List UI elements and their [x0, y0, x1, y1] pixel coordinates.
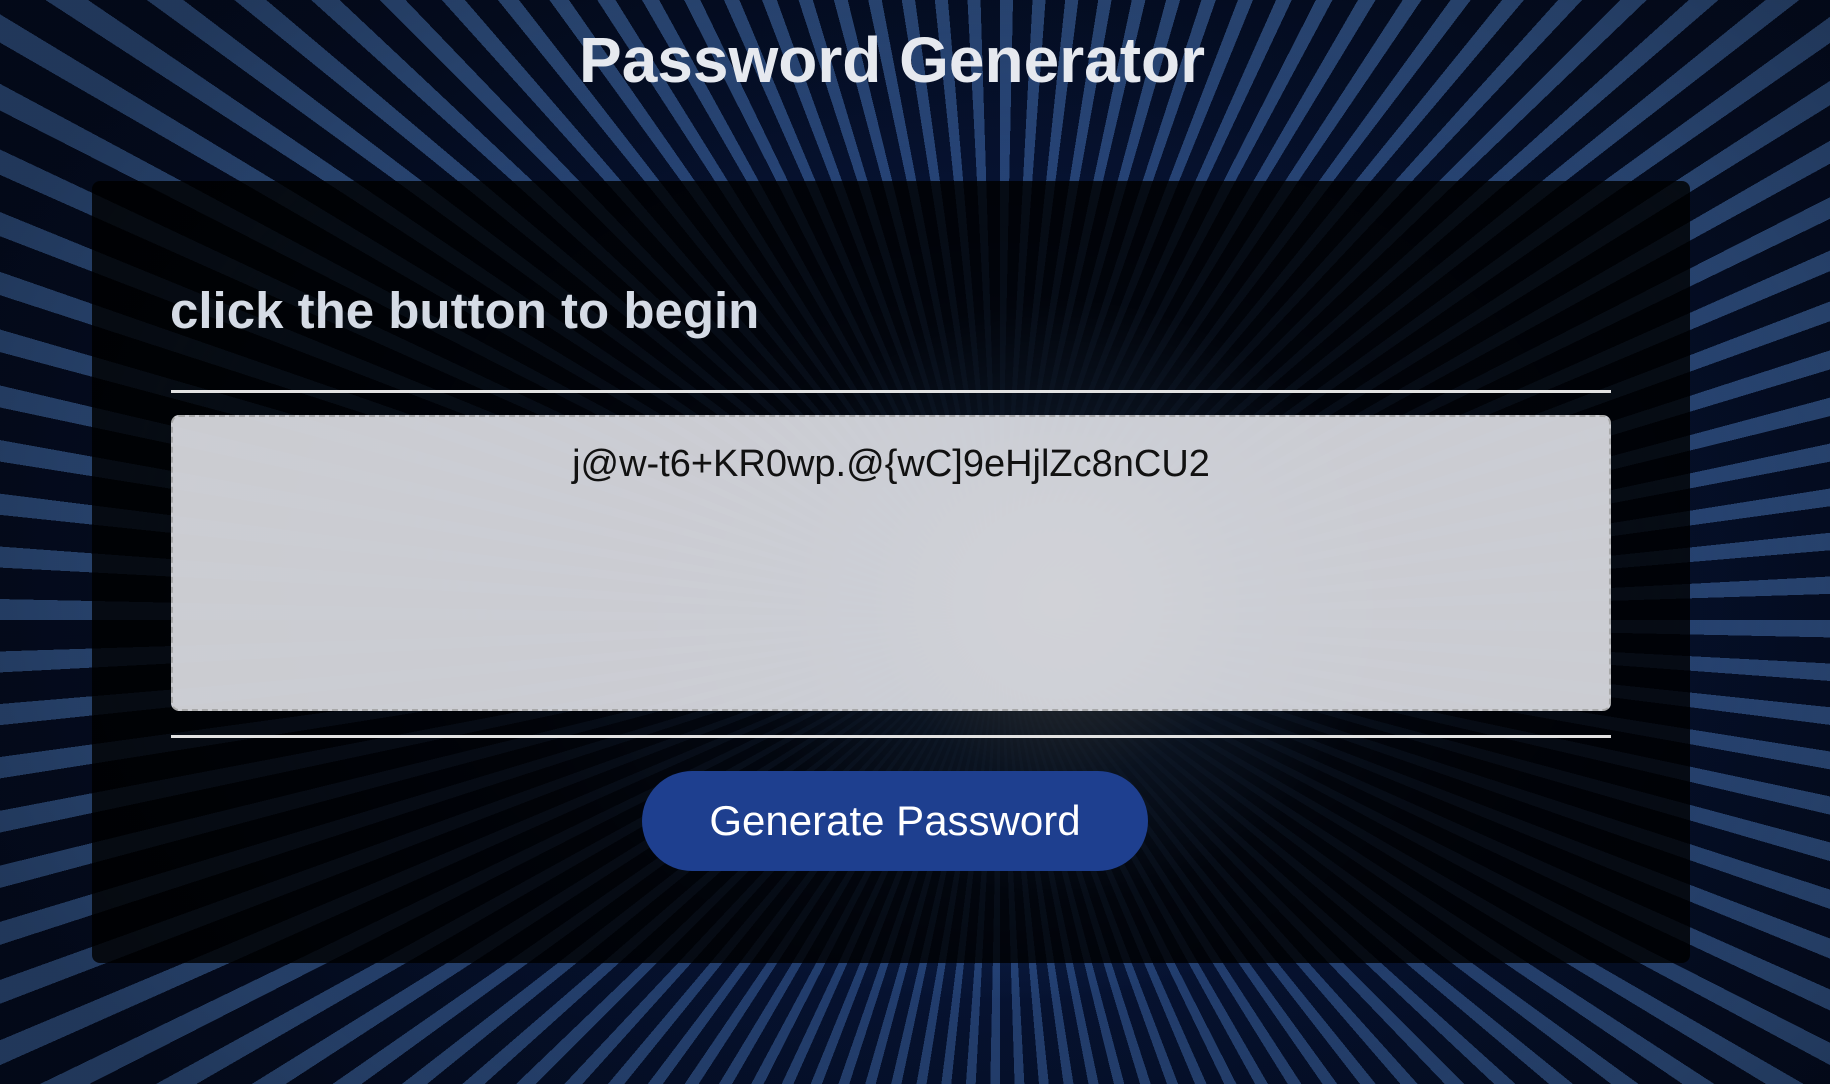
generator-card: click the button to begin j@w-t6+KR0wp.@…: [92, 181, 1690, 963]
page-title: Password Generator: [579, 24, 1205, 96]
card-divider-bottom: [171, 735, 1611, 738]
generate-password-button[interactable]: Generate Password: [642, 771, 1148, 871]
card-divider-top: [171, 390, 1611, 393]
card-heading: click the button to begin: [170, 282, 760, 339]
password-output[interactable]: j@w-t6+KR0wp.@{wC]9eHjlZc8nCU2: [171, 415, 1611, 711]
